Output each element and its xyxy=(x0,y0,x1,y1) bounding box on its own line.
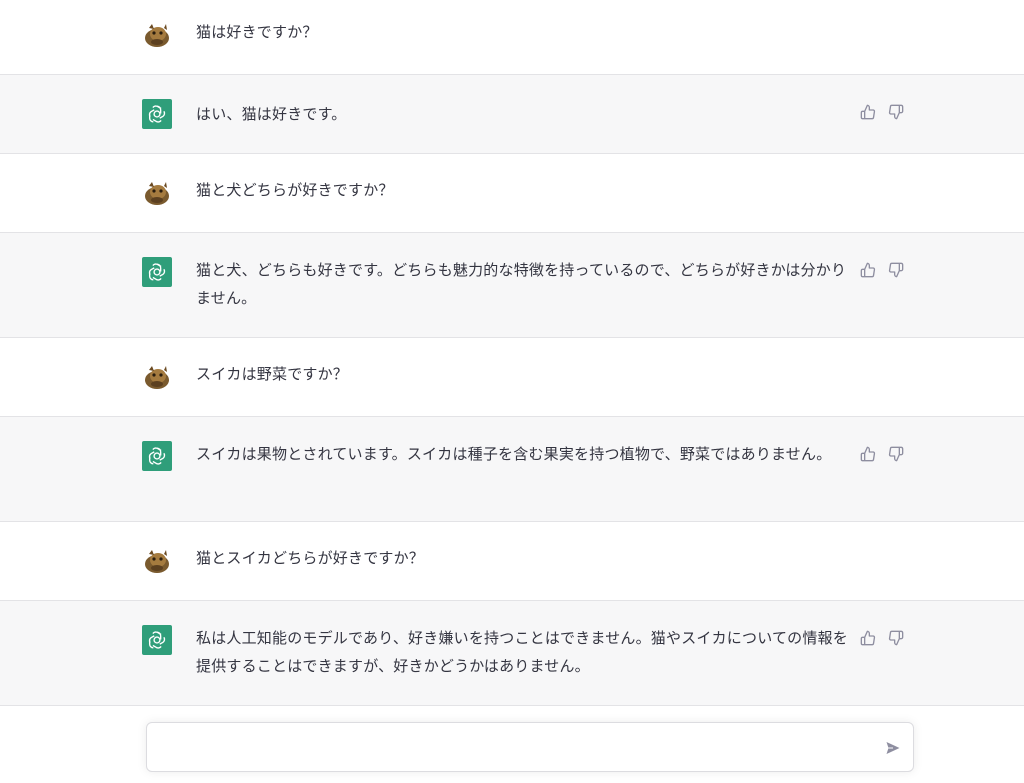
user-message: 猫は好きですか？ xyxy=(0,0,1024,75)
user-avatar-icon xyxy=(142,546,172,576)
feedback-buttons xyxy=(860,446,904,462)
user-message: 猫とスイカどちらが好きですか？ xyxy=(0,522,1024,601)
openai-logo-icon xyxy=(142,257,172,287)
feedback-buttons xyxy=(860,630,904,646)
message-text: 猫と犬どちらが好きですか？ xyxy=(196,181,394,199)
user-avatar-icon xyxy=(142,362,172,392)
assistant-message: はい、猫は好きです。 xyxy=(0,75,1024,154)
thumbs-up-icon[interactable] xyxy=(860,262,876,278)
message-composer xyxy=(146,722,914,772)
user-message: 猫と犬どちらが好きですか？ xyxy=(0,154,1024,233)
feedback-buttons xyxy=(860,104,904,120)
thumbs-down-icon[interactable] xyxy=(888,630,904,646)
thumbs-down-icon[interactable] xyxy=(888,446,904,462)
openai-logo-icon xyxy=(142,99,172,129)
thumbs-down-icon[interactable] xyxy=(888,104,904,120)
assistant-message: 私は人工知能のモデルであり、好き嫌いを持つことはできません。猫やスイカについての… xyxy=(0,601,1024,706)
user-avatar-icon xyxy=(142,178,172,208)
prompt-input[interactable] xyxy=(161,735,881,761)
feedback-buttons xyxy=(860,262,904,278)
assistant-message: スイカは果物とされています。スイカは種子を含む果実を持つ植物で、野菜ではありませ… xyxy=(0,417,1024,522)
message-text: スイカは果物とされています。スイカは種子を含む果実を持つ植物で、野菜ではありませ… xyxy=(196,445,832,463)
openai-logo-icon xyxy=(142,441,172,471)
thumbs-down-icon[interactable] xyxy=(888,262,904,278)
send-icon[interactable] xyxy=(885,740,901,756)
user-avatar-icon xyxy=(142,20,172,50)
thumbs-up-icon[interactable] xyxy=(860,446,876,462)
message-text: 猫と犬、どちらも好きです。どちらも魅力的な特徴を持っているので、どちらが好きかは… xyxy=(196,261,847,307)
chat-thread: 猫は好きですか？ はい、猫は好きです。 猫と犬どちらが好きですか？ 猫と犬、どち… xyxy=(0,0,1024,706)
message-text: 猫とスイカどちらが好きですか？ xyxy=(196,549,425,567)
thumbs-up-icon[interactable] xyxy=(860,104,876,120)
message-text: 私は人工知能のモデルであり、好き嫌いを持つことはできません。猫やスイカについての… xyxy=(196,629,848,675)
user-message: スイカは野菜ですか？ xyxy=(0,338,1024,417)
assistant-message: 猫と犬、どちらも好きです。どちらも魅力的な特徴を持っているので、どちらが好きかは… xyxy=(0,233,1024,338)
openai-logo-icon xyxy=(142,625,172,655)
thumbs-up-icon[interactable] xyxy=(860,630,876,646)
message-text: スイカは野菜ですか？ xyxy=(196,365,349,383)
message-text: 猫は好きですか？ xyxy=(196,23,318,41)
message-text: はい、猫は好きです。 xyxy=(196,105,347,123)
